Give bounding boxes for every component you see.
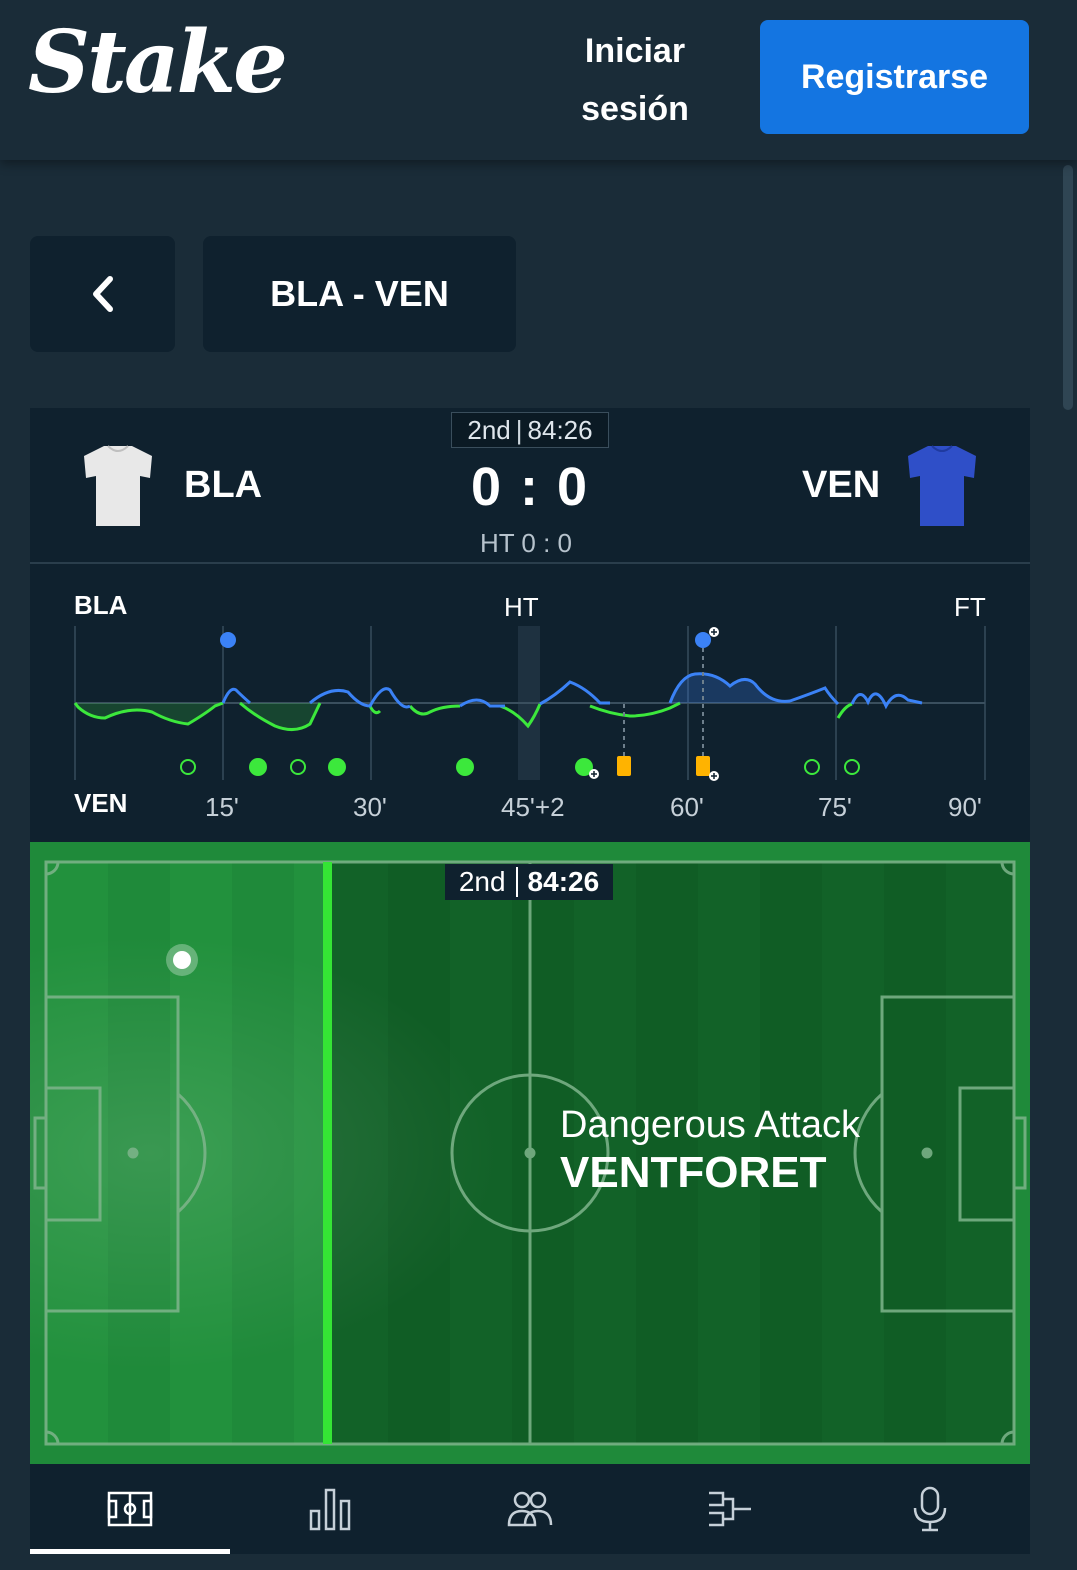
bracket-icon xyxy=(709,1491,751,1527)
away-event-marker xyxy=(180,759,196,775)
away-event-marker xyxy=(328,758,346,776)
back-button[interactable] xyxy=(30,236,175,352)
event-label: Dangerous Attack xyxy=(560,1104,860,1146)
tick-60: 60' xyxy=(670,792,704,822)
tick-90: 90' xyxy=(948,792,982,822)
scrollbar[interactable] xyxy=(1063,165,1073,410)
match-widget: 2nd | 84:26 BLA 0 : 0 HT 0 : 0 VEN BLA H… xyxy=(30,408,1030,1554)
separator: | xyxy=(515,414,523,445)
away-event-marker xyxy=(844,759,860,775)
tab-bracket[interactable] xyxy=(630,1464,830,1554)
yellow-card-icon xyxy=(617,756,631,776)
match-title: BLA - VEN xyxy=(203,236,516,352)
scoreboard: 2nd | 84:26 BLA 0 : 0 HT 0 : 0 VEN xyxy=(30,408,1030,564)
tab-commentary[interactable] xyxy=(830,1464,1030,1554)
clock-value: 84:26 xyxy=(527,414,593,445)
away-shirt-icon xyxy=(908,445,976,526)
chevron-left-icon xyxy=(92,276,113,312)
live-pitch: 2nd 84:26 Dangerous Attack VENTFORET xyxy=(30,842,1030,1464)
match-clock: 2nd | 84:26 xyxy=(451,412,609,448)
tick-15: 15' xyxy=(205,792,239,822)
score: 0 : 0 xyxy=(470,457,590,517)
tick-30: 30' xyxy=(353,792,387,822)
pitch-icon xyxy=(107,1491,153,1527)
widget-tabs xyxy=(30,1464,1030,1554)
away-event-marker xyxy=(456,758,474,776)
pitch-graphic xyxy=(30,842,1030,1464)
home-event-marker xyxy=(695,632,711,648)
pitch-clock: 2nd 84:26 xyxy=(445,864,613,900)
home-event-marker xyxy=(220,632,236,648)
pitch-period: 2nd xyxy=(458,866,506,897)
separator xyxy=(515,867,518,897)
home-team-name: BLA xyxy=(184,464,263,506)
halftime-score: HT 0 : 0 xyxy=(479,528,572,558)
login-button[interactable]: Iniciar sesión xyxy=(565,22,705,138)
momentum-timeline: BLA HT FT VEN 15' 30' 45'+2 60' 75' 90' xyxy=(30,566,1030,840)
tab-pitch[interactable] xyxy=(30,1464,230,1554)
tab-lineups[interactable] xyxy=(430,1464,630,1554)
pitch-clock-value: 84:26 xyxy=(527,866,600,897)
away-team-name: VEN xyxy=(802,464,881,506)
away-event-marker xyxy=(290,759,306,775)
tick-75: 75' xyxy=(818,792,852,822)
register-button[interactable]: Registrarse xyxy=(760,20,1029,134)
away-event-marker xyxy=(804,759,820,775)
event-team: VENTFORET xyxy=(560,1148,827,1197)
top-bar: Stake Iniciar sesión Registrarse xyxy=(0,0,1077,160)
lineups-icon xyxy=(507,1491,553,1527)
period-label: 2nd xyxy=(467,414,511,445)
attack-line xyxy=(323,862,332,1444)
yellow-card-icon xyxy=(696,756,710,776)
away-event-marker xyxy=(249,758,267,776)
home-shirt-icon xyxy=(84,445,152,526)
microphone-icon xyxy=(913,1486,947,1532)
stats-icon xyxy=(309,1488,351,1531)
stake-logo[interactable]: Stake xyxy=(28,20,288,106)
tab-stats[interactable] xyxy=(230,1464,430,1554)
tick-45-2: 45'+2 xyxy=(501,792,565,822)
